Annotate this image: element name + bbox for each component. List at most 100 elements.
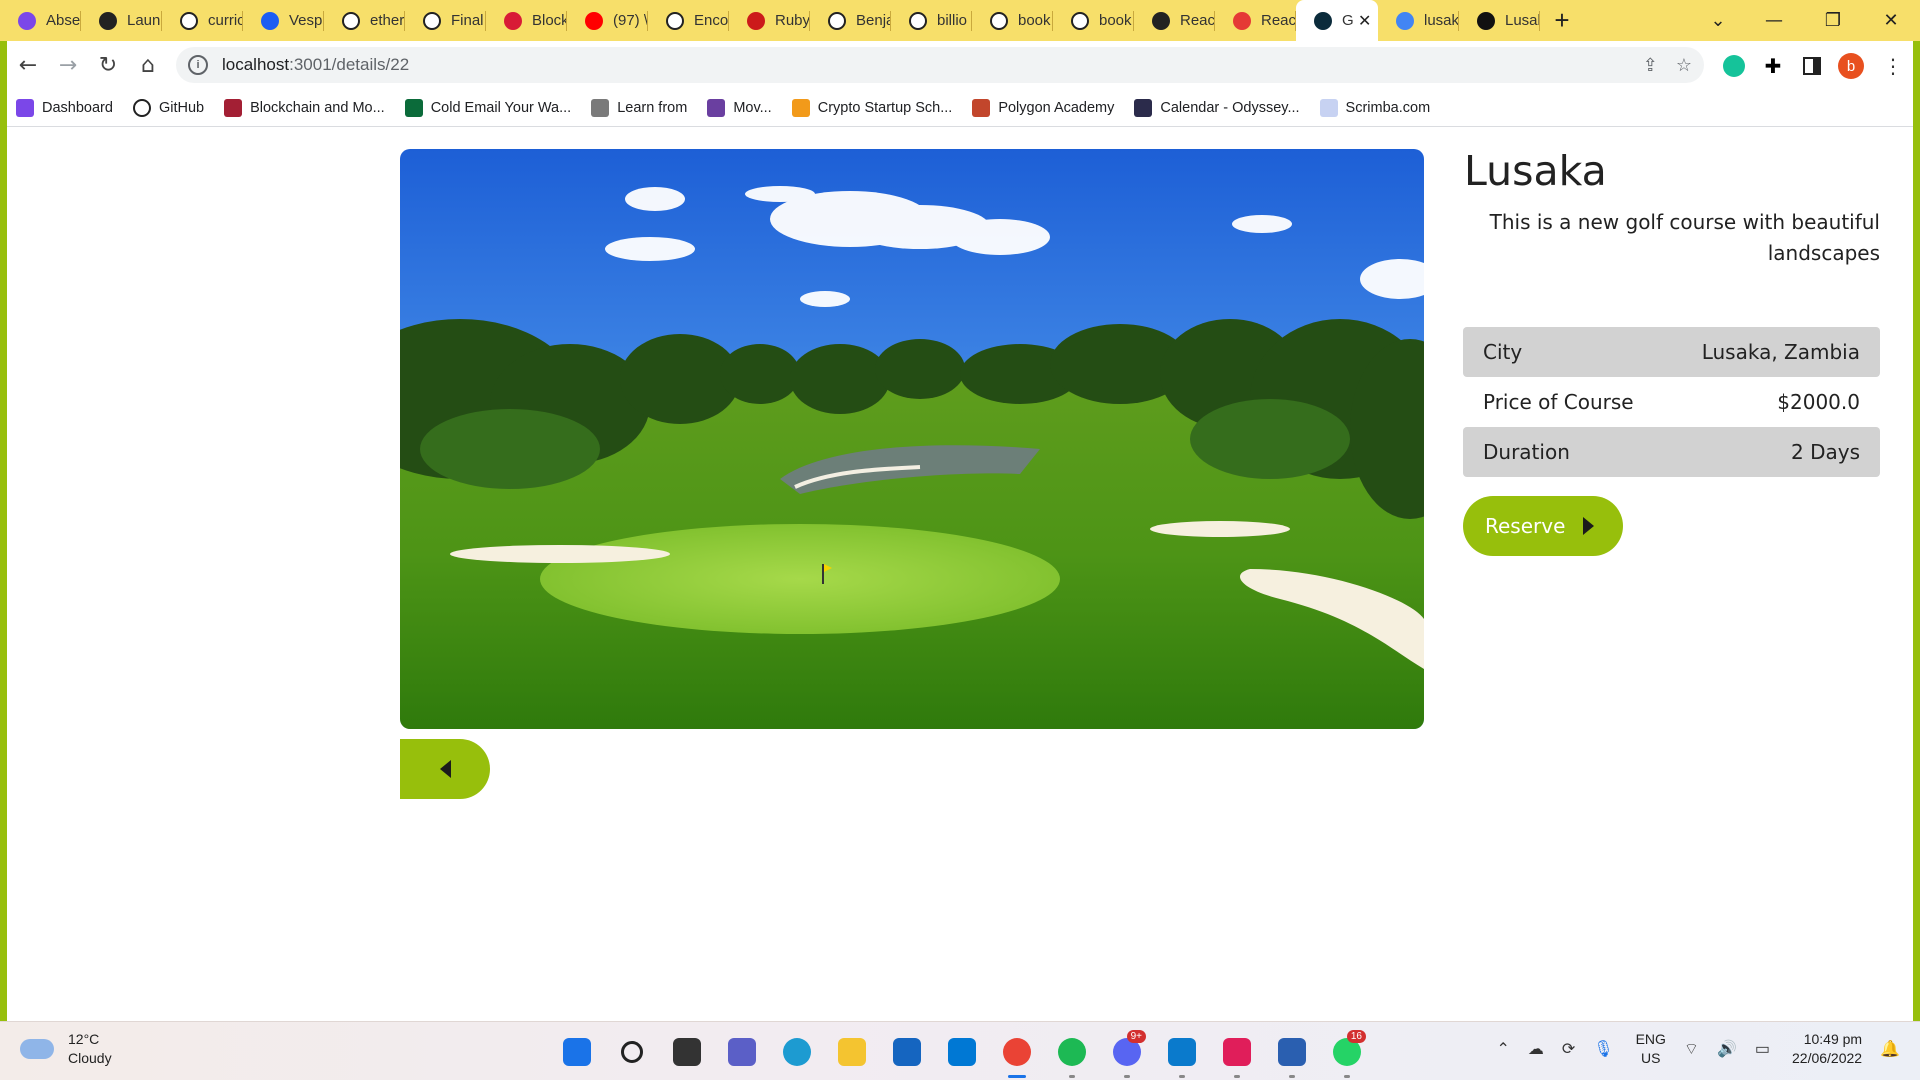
vscode-icon[interactable] (1161, 1032, 1203, 1078)
bookmark-item[interactable]: Crypto Startup Sch... (791, 98, 952, 117)
tab-item[interactable]: book (972, 0, 1053, 41)
scrimba-icon (1319, 98, 1338, 117)
github-icon (423, 11, 441, 30)
tab-item[interactable]: book (1053, 0, 1134, 41)
profile-avatar[interactable]: b (1837, 52, 1865, 80)
side-panel-icon[interactable] (1798, 52, 1826, 80)
ck-icon (404, 98, 423, 117)
bookmark-item[interactable]: Mov... (707, 98, 772, 117)
chrome-icon[interactable] (996, 1032, 1038, 1078)
tab-item[interactable]: Abse (0, 0, 81, 41)
bookmark-item[interactable]: Calendar - Odyssey... (1134, 98, 1300, 117)
address-bar[interactable]: i localhost:3001/details/22 ⇪ ☆ (176, 47, 1704, 83)
restore-button[interactable]: ❐ (1808, 0, 1858, 41)
tab-item[interactable]: Block (486, 0, 567, 41)
github-icon (909, 11, 927, 30)
task-view-icon[interactable] (666, 1032, 708, 1072)
home-icon[interactable]: ⌂ (128, 45, 168, 85)
bookmark-item[interactable]: Cold Email Your Wa... (404, 98, 572, 117)
detail-row-duration: Duration 2 Days (1463, 427, 1880, 477)
tab-item[interactable]: ether (324, 0, 405, 41)
clock[interactable]: 10:49 pm 22/06/2022 (1792, 1030, 1862, 1068)
tab-item[interactable]: Benja (810, 0, 891, 41)
bookmark-item[interactable]: Learn from (591, 98, 687, 117)
windows-taskbar: 12°C Cloudy 9+ 16 ⌃ ☁ ⟳ 🎙 ENG US ⌔ 🔊 ▭ 10… (0, 1021, 1920, 1080)
back-button[interactable] (400, 739, 490, 799)
spotify-icon[interactable] (1051, 1032, 1093, 1078)
details-table: City Lusaka, Zambia Price of Course $200… (1463, 327, 1880, 477)
bookmark-label: Cold Email Your Wa... (430, 99, 572, 116)
close-tab-icon[interactable]: ✕ (1358, 11, 1371, 31)
grammarly-icon[interactable] (1720, 52, 1748, 80)
tab-item[interactable]: Reac (1215, 0, 1296, 41)
tab-item[interactable]: Vesp (243, 0, 324, 41)
tab-item[interactable]: Ruby (729, 0, 810, 41)
purple-logo-icon (18, 11, 36, 30)
sync-icon[interactable]: ⟳ (1562, 1039, 1575, 1059)
tab-title: Ruby (775, 12, 809, 29)
tab-item[interactable]: billio (891, 0, 972, 41)
minimize-button[interactable]: — (1749, 0, 1799, 41)
reload-icon[interactable]: ↻ (88, 45, 128, 85)
powershell-icon[interactable] (1271, 1032, 1313, 1078)
chrome-glyph (1003, 1038, 1031, 1066)
tab-item[interactable]: Final (405, 0, 486, 41)
tab-item[interactable]: Lusal (1459, 0, 1540, 41)
mail-icon[interactable] (886, 1032, 928, 1072)
tab-item[interactable]: curric (162, 0, 243, 41)
tab-title: Final (451, 12, 484, 29)
notification-bell-icon[interactable]: 🔔 (1880, 1039, 1900, 1059)
file-explorer-icon[interactable] (831, 1032, 873, 1072)
bookmark-label: Scrimba.com (1345, 99, 1431, 116)
tab-search-chevron-icon[interactable]: ⌄ (1693, 0, 1743, 41)
google-icon (1396, 11, 1414, 30)
bookmark-star-icon[interactable]: ☆ (1676, 55, 1692, 76)
onedrive-cloud-icon[interactable]: ☁ (1528, 1039, 1544, 1059)
back-arrow-icon[interactable]: ← (8, 45, 48, 85)
wifi-icon[interactable]: ⌔ (1684, 1039, 1699, 1059)
app-store-icon[interactable] (941, 1032, 983, 1072)
bookmark-item[interactable]: Blockchain and Mo... (224, 98, 385, 117)
url-text[interactable]: localhost:3001/details/22 (222, 55, 409, 75)
caret-right-icon (1583, 517, 1595, 535)
tab-item[interactable]: Laun (81, 0, 162, 41)
calendar-icon (1134, 98, 1153, 117)
whatsapp-icon[interactable]: 16 (1326, 1030, 1368, 1078)
running-indicator (1179, 1075, 1185, 1078)
file-explorer-glyph (838, 1038, 866, 1066)
bookmark-label: Mov... (733, 99, 772, 116)
windows-start-icon[interactable] (556, 1032, 598, 1072)
tab-item[interactable]: (97) \ (567, 0, 648, 41)
close-window-button[interactable]: ✕ (1866, 0, 1916, 41)
golf-course-image (400, 149, 1424, 729)
discord-icon[interactable]: 9+ (1106, 1030, 1148, 1078)
bookmark-item[interactable]: Dashboard (16, 98, 113, 117)
tab-item[interactable]: Enco (648, 0, 729, 41)
bookmark-item[interactable]: Scrimba.com (1319, 98, 1431, 117)
forward-arrow-icon[interactable]: → (48, 45, 88, 85)
teams-chat-icon[interactable] (721, 1032, 763, 1072)
reserve-button[interactable]: Reserve (1463, 496, 1623, 556)
search-icon[interactable] (611, 1032, 653, 1072)
bookmark-item[interactable]: Polygon Academy (972, 98, 1114, 117)
task-view-glyph (673, 1038, 701, 1066)
site-info-icon[interactable]: i (188, 55, 208, 75)
tab-item[interactable]: lusak (1378, 0, 1459, 41)
microphone-icon[interactable]: 🎙 (1593, 1039, 1613, 1059)
battery-icon[interactable]: ▭ (1755, 1039, 1770, 1059)
notification-badge: 9+ (1126, 1030, 1146, 1043)
mail-glyph (893, 1038, 921, 1066)
menu-kebab-icon[interactable]: ⋮ (1879, 52, 1907, 80)
tab-active[interactable]: G ✕ (1296, 0, 1378, 41)
share-icon[interactable]: ⇪ (1643, 55, 1658, 76)
chevron-up-icon[interactable]: ⌃ (1496, 1039, 1509, 1059)
tab-item[interactable]: Reac (1134, 0, 1215, 41)
language-indicator[interactable]: ENG US (1636, 1030, 1666, 1068)
slack-icon[interactable] (1216, 1032, 1258, 1078)
extensions-puzzle-icon[interactable]: ✚ (1759, 52, 1787, 80)
new-tab-button[interactable]: + (1540, 0, 1584, 41)
weather-widget[interactable]: 12°C Cloudy (20, 1030, 112, 1068)
edge-icon[interactable] (776, 1032, 818, 1072)
volume-icon[interactable]: 🔊 (1717, 1039, 1737, 1059)
bookmark-item[interactable]: GitHub (132, 98, 204, 117)
